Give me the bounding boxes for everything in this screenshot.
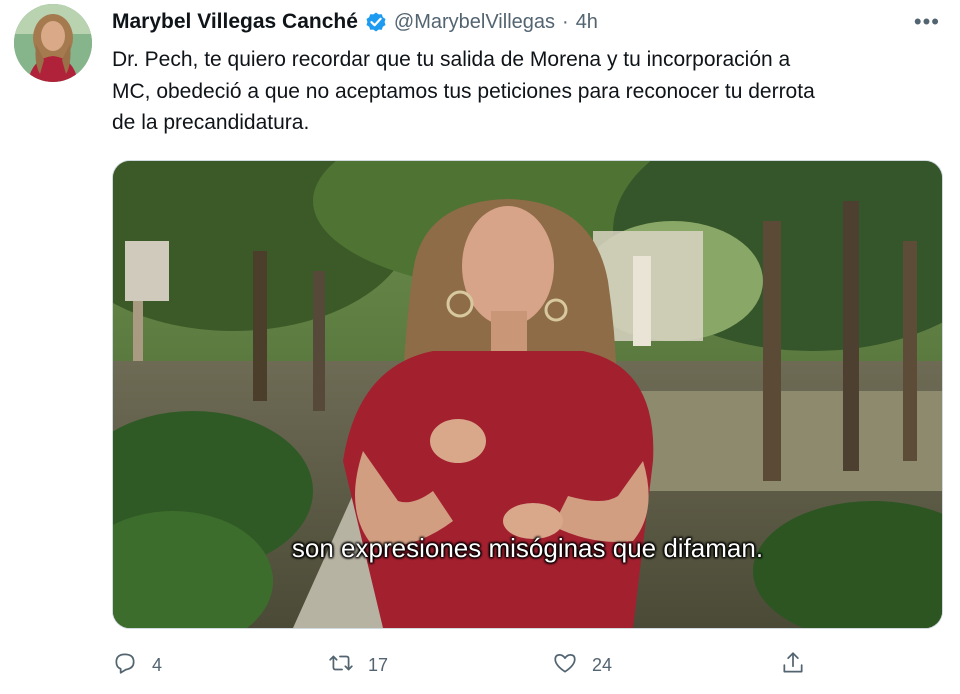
- like-button[interactable]: 24: [552, 648, 612, 682]
- tweet-actions-bar: 4 17 24: [112, 648, 812, 682]
- tweet-header: Marybel Villegas Canché @MarybelVillegas…: [112, 8, 940, 36]
- author-display-name[interactable]: Marybel Villegas Canché: [112, 10, 358, 34]
- reply-icon: [112, 650, 138, 681]
- video-subtitle: son expresiones misóginas que difaman.: [291, 533, 764, 563]
- verified-badge-icon: [364, 10, 388, 34]
- tweet-timestamp[interactable]: 4h: [576, 11, 598, 34]
- separator-dot: ·: [562, 10, 569, 33]
- reply-count: 4: [152, 654, 163, 675]
- like-count: 24: [592, 654, 613, 675]
- avatar[interactable]: [14, 4, 92, 82]
- more-options-icon[interactable]: •••: [914, 8, 940, 36]
- author-handle[interactable]: @MarybelVillegas: [394, 11, 555, 34]
- share-icon: [780, 650, 806, 681]
- retweet-count: 17: [368, 654, 389, 675]
- tweet-text: Dr. Pech, te quiero recordar que tu sali…: [112, 48, 815, 134]
- heart-icon: [552, 650, 578, 681]
- retweet-icon: [328, 650, 354, 681]
- retweet-button[interactable]: 17: [328, 648, 388, 682]
- tweet-media-video[interactable]: son expresiones misóginas que difaman.: [112, 160, 943, 629]
- reply-button[interactable]: 4: [112, 648, 162, 682]
- share-button[interactable]: [780, 648, 806, 682]
